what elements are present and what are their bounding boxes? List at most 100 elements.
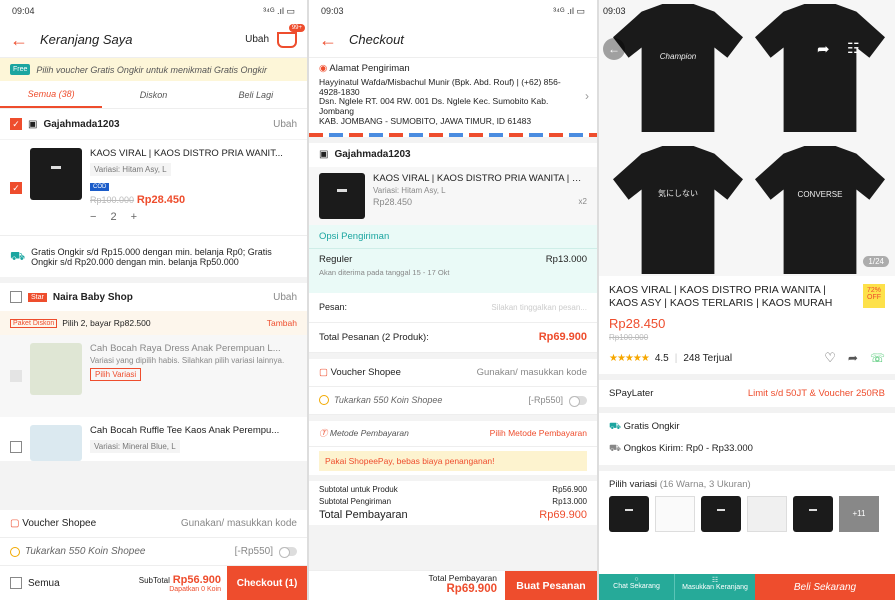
checkout-screen: 09:03 ³⁴ᴳ .ıl ▭ ← Checkout ◉ Alamat Peng… bbox=[309, 0, 599, 600]
shop-edit-button[interactable]: Ubah bbox=[273, 292, 297, 303]
status-time: 09:03 bbox=[603, 6, 626, 16]
cart-header: ← Keranjang Saya Ubah 99+ bbox=[0, 22, 307, 58]
variant-thumb[interactable] bbox=[701, 496, 741, 533]
voucher-action[interactable]: Gunakan/ masukkan kode bbox=[181, 518, 297, 529]
payment-method-row[interactable]: Ⓣ Metode Pembayaran Pilih Metode Pembaya… bbox=[309, 420, 597, 447]
checkout-button[interactable]: Checkout (1) bbox=[227, 566, 307, 600]
coins-toggle[interactable] bbox=[279, 547, 297, 558]
notice-text: Pilih voucher Gratis Ongkir untuk menikm… bbox=[36, 64, 267, 75]
heart-icon[interactable]: ♡ bbox=[824, 350, 836, 366]
coin-icon bbox=[319, 395, 329, 406]
qty-increase-button[interactable]: + bbox=[131, 211, 137, 223]
shop-checkbox[interactable]: ✓ bbox=[10, 118, 22, 130]
chat-button[interactable]: ○ Chat Sekarang bbox=[599, 574, 675, 600]
chat-icon[interactable]: 99+ bbox=[277, 23, 305, 48]
coins-row: Tukarkan 550 Koin Shopee [-Rp550] bbox=[309, 386, 597, 415]
tab-all[interactable]: Semua (38) bbox=[0, 82, 103, 108]
share-icon[interactable]: ➦ bbox=[817, 40, 830, 58]
shipping-eta: Akan diterima pada tanggal 15 - 17 Okt bbox=[319, 267, 450, 277]
shipping-method: Reguler bbox=[319, 253, 353, 265]
qty-value[interactable]: 2 bbox=[110, 211, 116, 223]
whatsapp-icon[interactable]: ☏ bbox=[870, 351, 885, 365]
cart-screen: 09:04 ³⁴ᴳ .ıl ▭ ← Keranjang Saya Ubah 99… bbox=[0, 0, 309, 600]
sold-count: 248 Terjual bbox=[683, 352, 733, 364]
tab-buy-again[interactable]: Beli Lagi bbox=[205, 90, 307, 100]
variant-thumb[interactable] bbox=[793, 496, 833, 533]
status-icons: ³⁴ᴳ .ıl ▭ bbox=[553, 5, 585, 16]
shipping-note[interactable]: ⛟ Gratis Ongkir s/d Rp15.000 dengan min.… bbox=[0, 235, 307, 277]
address-card[interactable]: ◉ Alamat Pengiriman Hayyinatul Wafda/Mis… bbox=[309, 58, 597, 133]
payment-summary: Subtotal untuk Produk Rp56.900 Subtotal … bbox=[309, 480, 597, 525]
message-input[interactable]: Silakan tinggalkan pesan... bbox=[491, 303, 587, 312]
product-name[interactable]: Cah Bocah Ruffle Tee Kaos Anak Perempu..… bbox=[90, 425, 297, 436]
variant-block[interactable]: Pilih variasi (16 Warna, 3 Ukuran) +11 bbox=[599, 471, 895, 533]
shop-checkbox[interactable] bbox=[10, 291, 22, 303]
product-thumbnail[interactable] bbox=[30, 148, 82, 200]
qty-decrease-button[interactable]: − bbox=[90, 211, 96, 223]
back-arrow-icon[interactable]: ← bbox=[319, 31, 337, 49]
store-icon: ▣ bbox=[319, 149, 329, 161]
shipping-option-regular[interactable]: Reguler Rp13.000 Akan diterima pada tang… bbox=[309, 248, 597, 293]
shop-edit-button[interactable]: Ubah bbox=[273, 119, 297, 130]
voucher-row[interactable]: ▢ Voucher Shopee Gunakan/ masukkan kode bbox=[309, 358, 597, 387]
chat-icon: ○ bbox=[634, 576, 639, 583]
share-icon[interactable]: ➦ bbox=[848, 351, 858, 365]
cart-tabs: Semua (38) Diskon Beli Lagi bbox=[0, 81, 307, 109]
package-add-button[interactable]: Tambah bbox=[267, 318, 297, 328]
voucher-notice[interactable]: Free Pilih voucher Gratis Ongkir untuk m… bbox=[0, 58, 307, 81]
variant-selector[interactable]: Variasi: Hitam Asy, L bbox=[90, 163, 171, 176]
edit-button[interactable]: Ubah bbox=[245, 34, 269, 45]
buy-now-button[interactable]: Beli Sekarang bbox=[755, 574, 895, 600]
item-checkbox[interactable]: ✓ bbox=[10, 181, 22, 194]
product-image-gallery[interactable]: Champion 気にしない CONVERSE 09:03 ← ➦ ☷ 1/24 bbox=[599, 0, 895, 276]
paylater-row[interactable]: SPayLater Limit s/d 50JT & Voucher 250RB bbox=[599, 380, 895, 407]
free-shipping-badge: Free bbox=[10, 64, 31, 75]
tab-discount[interactable]: Diskon bbox=[102, 90, 204, 100]
cart-icon[interactable]: ☷ bbox=[847, 40, 860, 57]
back-arrow-icon[interactable]: ← bbox=[603, 38, 625, 60]
back-arrow-icon[interactable]: ← bbox=[10, 31, 28, 49]
shipping-price: Rp13.000 bbox=[545, 253, 587, 265]
coins-toggle[interactable] bbox=[569, 395, 587, 407]
variant-more[interactable]: +11 bbox=[839, 496, 879, 533]
variant-thumb[interactable] bbox=[747, 496, 787, 533]
payment-action[interactable]: Pilih Metode Pembayaran bbox=[490, 428, 587, 438]
shop-name[interactable]: Naira Baby Shop bbox=[53, 292, 273, 303]
order-total-label: Total Pesanan (2 Produk): bbox=[319, 331, 429, 343]
variant-thumb[interactable] bbox=[609, 496, 649, 533]
summary-value: Rp13.000 bbox=[552, 496, 587, 506]
voucher-action[interactable]: Gunakan/ masukkan kode bbox=[477, 367, 587, 378]
place-order-button[interactable]: Buat Pesanan bbox=[505, 571, 597, 600]
paylater-value: Limit s/d 50JT & Voucher 250RB bbox=[747, 388, 885, 400]
message-row: Pesan: Silakan tinggalkan pesan... bbox=[309, 292, 597, 323]
cart-footer: ▢ Voucher Shopee Gunakan/ masukkan kode … bbox=[0, 510, 307, 600]
shopeepay-promo[interactable]: Pakai ShopeePay, bebas biaya penanganan! bbox=[319, 450, 587, 471]
shipping-options-label: Opsi Pengiriman bbox=[309, 224, 597, 249]
shipping-block[interactable]: ⛟ Gratis Ongkir ⛟ Ongkos Kirim: Rp0 - Rp… bbox=[599, 413, 895, 459]
product-thumbnail[interactable] bbox=[30, 425, 82, 461]
product-footer: ○ Chat Sekarang ☷ Masukkan Keranjang Beli … bbox=[599, 574, 895, 600]
add-to-cart-button[interactable]: ☷ Masukkan Keranjang bbox=[675, 574, 755, 600]
product-thumbnail[interactable] bbox=[30, 343, 82, 395]
product-title-row: KAOS VIRAL | KAOS DISTRO PRIA WANITA | K… bbox=[599, 276, 895, 310]
select-all-checkbox[interactable] bbox=[10, 577, 22, 589]
voucher-row[interactable]: ▢ Voucher Shopee Gunakan/ masukkan kode bbox=[0, 510, 307, 538]
subtotal-value: Rp56.900 bbox=[172, 573, 221, 586]
product-name[interactable]: KAOS VIRAL | KAOS DISTRO PRIA WANIT... bbox=[90, 148, 297, 159]
cart-item: Cah Bocah Ruffle Tee Kaos Anak Perempu..… bbox=[0, 417, 307, 461]
variant-thumb[interactable] bbox=[655, 496, 695, 533]
free-shipping-label: Gratis Ongkir bbox=[623, 421, 680, 433]
product-title: KAOS VIRAL | KAOS DISTRO PRIA WANITA | K… bbox=[609, 284, 833, 310]
product-name[interactable]: Cah Bocah Raya Dress Anak Perempuan L... bbox=[90, 343, 297, 354]
truck-icon: ⛟ bbox=[609, 421, 621, 433]
truck-icon: ⛟ bbox=[10, 248, 26, 263]
shop-name[interactable]: Gajahmada1203 bbox=[43, 119, 273, 130]
image-counter: 1/24 bbox=[863, 256, 889, 267]
item-checkbox[interactable] bbox=[10, 441, 22, 453]
product-price: Rp28.450 bbox=[373, 196, 413, 207]
choose-variant-button[interactable]: Pilih Variasi bbox=[90, 368, 142, 381]
package-deal: Paket Diskon Pilih 2, bayar Rp82.500 Tam… bbox=[0, 311, 307, 335]
variant-selector[interactable]: Variasi: Mineral Blue, L bbox=[90, 440, 180, 453]
product-qty: x2 bbox=[578, 196, 587, 206]
status-icons: ³⁴ᴳ .ıl ▭ bbox=[263, 5, 295, 16]
